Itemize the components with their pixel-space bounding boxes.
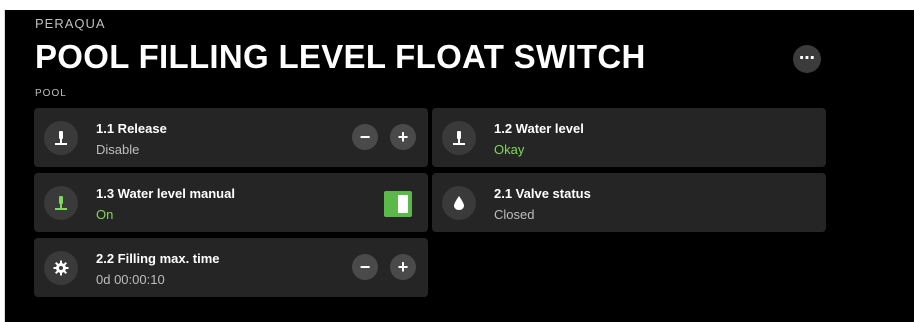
tile-label: 1.2 Water level bbox=[494, 121, 584, 136]
tile-value: 0d 00:00:10 bbox=[96, 272, 165, 287]
toggle-knob bbox=[398, 195, 408, 213]
tile-release[interactable]: 1.1 Release Disable − + bbox=[34, 108, 428, 167]
float-switch-icon bbox=[442, 121, 476, 155]
tile-label: 2.2 Filling max. time bbox=[96, 251, 220, 266]
brand-label: PERAQUA bbox=[35, 16, 106, 31]
tile-label: 1.1 Release bbox=[96, 121, 167, 136]
more-options-button[interactable]: ⋯ bbox=[793, 45, 821, 73]
increase-button[interactable]: + bbox=[390, 254, 416, 280]
page-subtitle: POOL bbox=[35, 88, 67, 99]
tile-valve-status[interactable]: 2.1 Valve status Closed bbox=[432, 173, 826, 232]
decrease-button[interactable]: − bbox=[352, 254, 378, 280]
tile-value: Disable bbox=[96, 142, 140, 157]
float-switch-icon bbox=[44, 121, 78, 155]
tile-value: Closed bbox=[494, 207, 535, 222]
water-drop-icon bbox=[442, 186, 476, 220]
tile-value: Okay bbox=[494, 142, 525, 157]
gear-icon bbox=[44, 251, 78, 285]
device-panel: PERAQUA POOL FILLING LEVEL FLOAT SWITCH … bbox=[4, 10, 914, 322]
manual-toggle-switch[interactable] bbox=[384, 191, 412, 217]
tile-water-level-manual[interactable]: 1.3 Water level manual On bbox=[34, 173, 428, 232]
decrease-button[interactable]: − bbox=[352, 124, 378, 150]
tile-water-level[interactable]: 1.2 Water level Okay bbox=[432, 108, 826, 167]
tile-label: 2.1 Valve status bbox=[494, 186, 591, 201]
increase-button[interactable]: + bbox=[390, 124, 416, 150]
float-switch-icon bbox=[44, 186, 78, 220]
tile-filling-max-time[interactable]: 2.2 Filling max. time 0d 00:00:10 − + bbox=[34, 238, 428, 297]
page-title: POOL FILLING LEVEL FLOAT SWITCH bbox=[35, 38, 646, 75]
tile-label: 1.3 Water level manual bbox=[96, 186, 235, 201]
tile-value: On bbox=[96, 207, 114, 222]
